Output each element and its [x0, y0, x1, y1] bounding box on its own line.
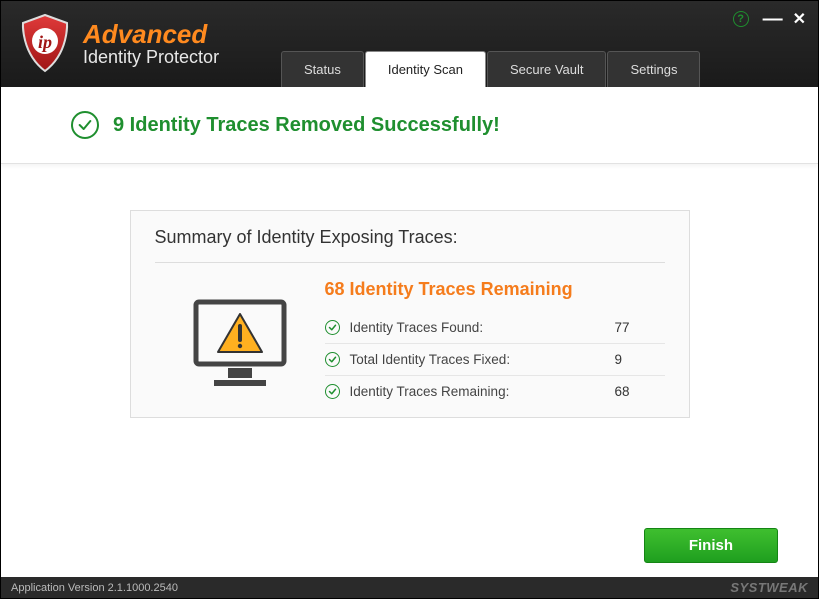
brand-text: Advanced Identity Protector [83, 20, 219, 68]
titlebar: ip Advanced Identity Protector ? ― ✕ Sta… [1, 1, 818, 87]
help-icon[interactable]: ? [733, 11, 749, 27]
banner-message: 9 Identity Traces Removed Successfully! [113, 114, 500, 137]
success-banner: 9 Identity Traces Removed Successfully! [1, 87, 818, 164]
check-circle-icon [71, 111, 99, 139]
statusbar: Application Version 2.1.1000.2540 SYSTWE… [1, 577, 818, 598]
window-controls: ? ― ✕ [733, 9, 806, 29]
brand-name-bottom: Identity Protector [83, 48, 219, 68]
tab-settings[interactable]: Settings [607, 51, 700, 87]
stats-column: 68 Identity Traces Remaining Identity Tr… [325, 279, 665, 407]
check-icon [325, 352, 340, 367]
remaining-headline: 68 Identity Traces Remaining [325, 279, 665, 300]
summary-body: 68 Identity Traces Remaining Identity Tr… [155, 263, 665, 407]
brand-name-top: Advanced [83, 20, 219, 49]
finish-button[interactable]: Finish [644, 528, 778, 563]
stat-label: Total Identity Traces Fixed: [350, 352, 615, 367]
tab-identity-scan[interactable]: Identity Scan [365, 51, 486, 87]
version-text: Application Version 2.1.1000.2540 [11, 582, 178, 594]
brand-block: ip Advanced Identity Protector [1, 1, 239, 75]
close-button[interactable]: ✕ [793, 9, 806, 29]
minimize-button[interactable]: ― [763, 17, 779, 21]
content-area: Summary of Identity Exposing Traces: 68 … [1, 164, 818, 514]
vendor-logo: SYSTWEAK [730, 580, 808, 595]
tab-status[interactable]: Status [281, 51, 364, 87]
stat-row-fixed: Total Identity Traces Fixed: 9 [325, 344, 665, 376]
summary-card: Summary of Identity Exposing Traces: 68 … [130, 210, 690, 418]
monitor-warning-icon [155, 279, 325, 407]
tab-secure-vault[interactable]: Secure Vault [487, 51, 606, 87]
stat-row-found: Identity Traces Found: 77 [325, 312, 665, 344]
stat-label: Identity Traces Remaining: [350, 384, 615, 399]
main-tabs: Status Identity Scan Secure Vault Settin… [281, 51, 700, 87]
app-window: ip Advanced Identity Protector ? ― ✕ Sta… [0, 0, 819, 599]
shield-logo-icon: ip [17, 13, 73, 75]
svg-text:ip: ip [38, 32, 52, 52]
footer-actions: Finish [1, 514, 818, 577]
stat-row-remaining: Identity Traces Remaining: 68 [325, 376, 665, 407]
summary-title: Summary of Identity Exposing Traces: [155, 227, 665, 263]
stat-value: 9 [615, 352, 665, 367]
stat-label: Identity Traces Found: [350, 320, 615, 335]
check-icon [325, 384, 340, 399]
stat-value: 77 [615, 320, 665, 335]
check-icon [325, 320, 340, 335]
stat-value: 68 [615, 384, 665, 399]
